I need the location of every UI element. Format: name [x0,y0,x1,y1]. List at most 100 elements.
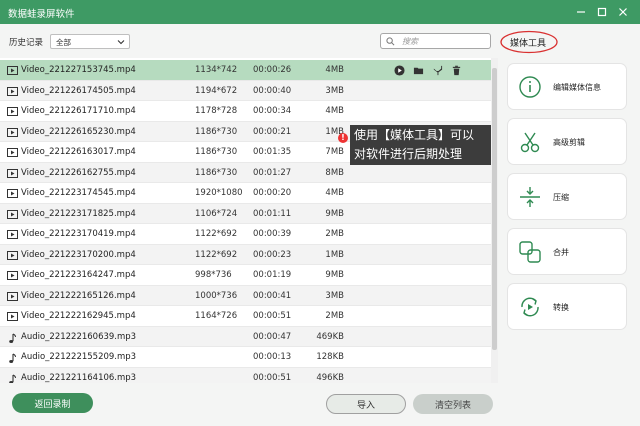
media-tools-header: 媒体工具 [500,30,560,54]
file-row[interactable]: Audio_221222155209.mp3 00:00:13 128KB [0,347,491,368]
tooltip-line-2: 对软件进行后期处理 [354,147,463,161]
video-file-icon [7,148,18,157]
file-size: 2MB [325,229,344,239]
file-row[interactable]: Video_221226162755.mp4 1186*730 00:01:27 8M… [0,162,491,183]
video-file-icon [7,189,18,198]
file-row[interactable]: Video_221222165126.mp4 1000*736 00:00:41 3M… [0,285,491,306]
title-bar: 数据蛙录屏软件 [0,0,640,24]
file-size: 1MB [325,249,344,260]
file-duration: 00:00:40 [253,85,292,96]
bottom-bar: 返回录制 导入 清空列表 [0,383,640,426]
info-icon [519,76,541,98]
video-file-icon [7,271,18,280]
back-to-record-button[interactable]: 返回录制 [12,393,93,413]
history-label: 历史记录 [9,38,44,48]
file-size: 496KB [316,372,344,383]
file-row[interactable]: Video_221226174505.mp4 1194*672 00:00:40 3M… [0,80,491,101]
file-name: Video_221223170200.mp4 [21,249,136,260]
file-duration: 00:00:26 [253,65,292,75]
file-row[interactable]: Video_221222162945.mp4 1164*726 00:00:51 2M… [0,306,491,327]
file-name: Video_221226174505.mp4 [21,85,136,96]
file-resolution: 1178*728 [195,106,238,116]
file-duration: 00:00:34 [253,106,292,116]
import-button[interactable]: 导入 [326,394,406,414]
file-duration: 00:01:11 [253,208,292,219]
file-name: Video_221226171710.mp4 [21,106,136,116]
video-file-icon [7,86,18,96]
file-duration: 00:01:19 [253,270,292,280]
file-name: Audio_221222160639.mp3 [21,331,137,342]
video-file-icon [7,209,18,219]
file-size: 469KB [316,331,344,342]
search-input[interactable]: 搜索 [380,33,491,49]
file-duration: 00:00:47 [253,331,292,342]
file-name: Video_221223164247.mp4 [21,270,136,280]
file-resolution: 1164*726 [195,311,238,321]
scrollbar-thumb[interactable] [492,68,497,350]
file-row[interactable]: Audio_221222160639.mp3 00:00:47 469KB [0,326,491,347]
tool-edit-media-info[interactable]: 编辑媒体信息 [507,63,627,110]
file-resolution: 998*736 [195,270,232,280]
tool-label: 转换 [553,303,569,312]
scissors-icon [520,132,540,153]
file-row[interactable]: Video_221223164247.mp4 998*736 00:01:19 9MB [0,265,491,286]
file-name: Video_221222162945.mp4 [21,311,136,321]
file-name: Video_221223170419.mp4 [21,229,136,239]
search-icon [386,37,395,46]
video-file-icon [7,230,18,239]
chevron-down-icon [117,40,125,45]
close-icon [619,7,627,16]
audio-file-icon [7,374,18,383]
compress-icon [520,187,540,207]
tool-label: 高级剪辑 [553,138,585,147]
file-row[interactable]: Video_221223170200.mp4 1122*692 00:00:23 1M… [0,244,491,265]
file-row[interactable]: Video_221223171825.mp4 1106*724 00:01:11 9M… [0,203,491,224]
clear-list-button[interactable]: 清空列表 [413,394,493,414]
tool-convert[interactable]: 转换 [507,283,627,330]
history-filter-select[interactable]: 全部 [50,34,130,49]
file-duration: 00:00:13 [253,352,292,362]
tool-merge[interactable]: 合并 [507,228,627,275]
file-row[interactable]: Video_221227153745.mp4 1134*742 00:00:26 4M… [0,60,491,81]
folder-icon[interactable] [412,64,425,77]
tool-advanced-clip[interactable]: 高级剪辑 [507,118,627,165]
file-name: Video_221223174545.mp4 [21,188,136,198]
search-placeholder: 搜索 [402,37,418,46]
file-size: 3MB [325,85,344,96]
merge-icon [519,241,541,263]
file-name: Video_221226162755.mp4 [21,167,136,178]
convert-icon [521,297,539,317]
video-file-icon [7,127,18,137]
maximize-button[interactable] [594,3,610,20]
file-duration: 00:00:41 [253,290,292,301]
video-file-icon [7,66,18,75]
tooltip-alert-icon: ! [338,133,348,143]
delete-icon[interactable] [450,64,463,77]
file-name: Video_221222165126.mp4 [21,290,136,301]
close-button[interactable] [615,3,631,20]
video-file-icon [7,250,18,260]
file-resolution: 1920*1080 [195,188,243,198]
list-scrollbar[interactable] [491,58,498,383]
file-row[interactable]: Audio_221221164106.mp3 00:00:51 496KB [0,367,491,383]
file-resolution: 1122*692 [195,249,238,260]
file-name: Video_221223171825.mp4 [21,208,136,219]
file-resolution: 1186*730 [195,126,238,137]
file-name: Audio_221221164106.mp3 [21,372,137,383]
minimize-button[interactable] [573,3,589,20]
window-title: 数据蛙录屏软件 [8,9,75,20]
edit-tools-icon[interactable] [431,64,444,77]
file-row[interactable]: Video_221223174545.mp4 1920*1080 00:00:20 4… [0,183,491,204]
play-icon[interactable] [393,64,406,77]
history-filter-value: 全部 [56,38,71,47]
video-file-icon [7,168,18,178]
file-size: 9MB [325,270,344,280]
file-row[interactable]: Video_221226171710.mp4 1178*728 00:00:34 4M… [0,101,491,122]
file-duration: 00:00:21 [253,126,292,137]
file-row[interactable]: Video_221223170419.mp4 1122*692 00:00:39 2M… [0,224,491,245]
file-size: 4MB [325,188,344,198]
file-resolution: 1186*730 [195,147,238,157]
file-duration: 00:00:23 [253,249,292,260]
file-size: 1MB [325,126,344,137]
tool-compress[interactable]: 压缩 [507,173,627,220]
